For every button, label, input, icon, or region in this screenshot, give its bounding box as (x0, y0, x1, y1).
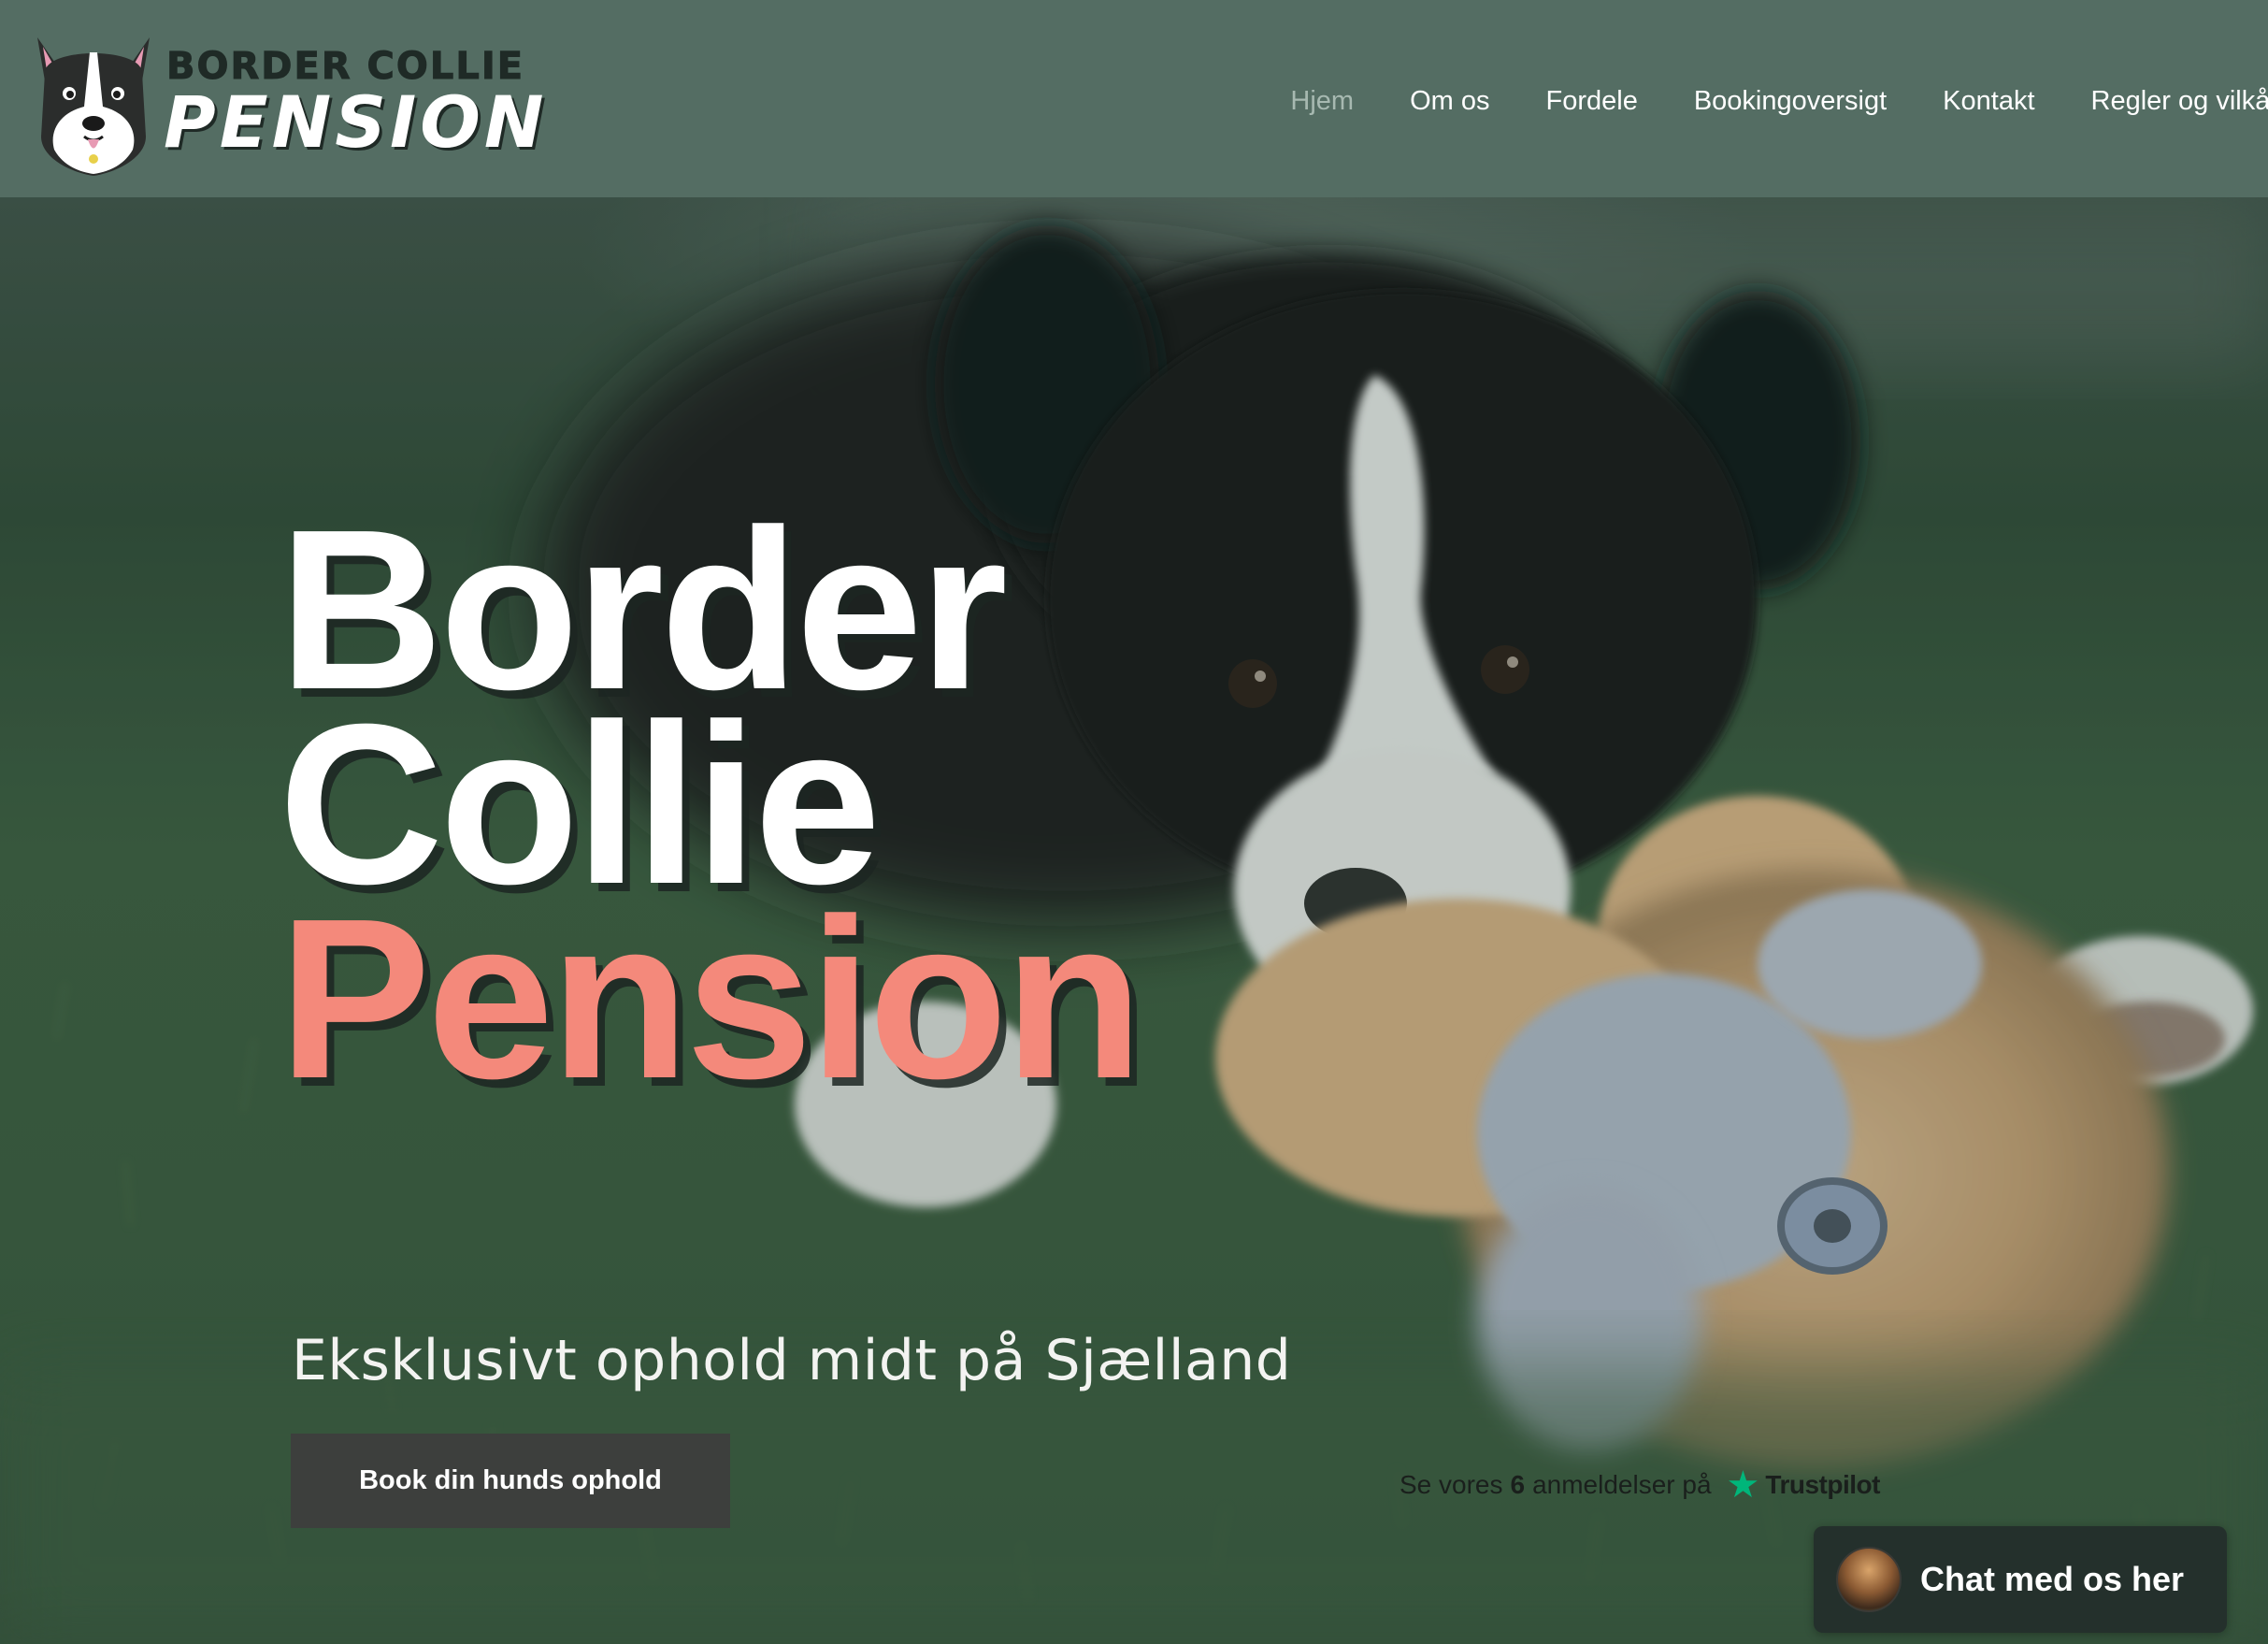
main-nav: Hjem Om os Fordele Bookingoversigt Konta… (1234, 80, 2268, 122)
hero-title-line3: Pension (279, 871, 1143, 1126)
nav-item-om-os[interactable]: Om os (1410, 86, 1489, 117)
trustpilot-suffix: anmeldelser på (1532, 1470, 1712, 1499)
logo-text-line2: PENSION (164, 80, 548, 164)
trustpilot-prefix: Se vores (1400, 1470, 1503, 1499)
nav-item-hjem[interactable]: Hjem (1290, 86, 1354, 117)
dog-logo-icon (37, 37, 150, 176)
trustpilot-brand: Trustpilot (1765, 1470, 1880, 1499)
book-stay-button[interactable]: Book din hunds ophold (291, 1434, 730, 1528)
chat-button[interactable]: Chat med os her (1814, 1526, 2227, 1633)
site-logo[interactable]: BORDER COLLIE PENSION (28, 26, 543, 176)
page: BORDER COLLIE PENSION Hjem Om os Fordele… (0, 0, 2268, 1644)
nav-item-regler-og-vilkar[interactable]: Regler og vilkår (2091, 86, 2268, 117)
site-header: BORDER COLLIE PENSION Hjem Om os Fordele… (0, 0, 2268, 197)
trustpilot-widget[interactable]: Se vores 6 anmeldelser på ★ Trustpilot (1400, 1466, 1880, 1504)
star-icon: ★ (1726, 1464, 1760, 1506)
chat-avatar (1836, 1547, 1902, 1612)
hero-subtitle: Eksklusivt ophold midt på Sjælland (292, 1328, 1292, 1393)
nav-item-kontakt[interactable]: Kontakt (1943, 86, 2034, 117)
nav-item-fordele[interactable]: Fordele (1546, 86, 1638, 117)
chat-label: Chat med os her (1920, 1560, 2185, 1598)
hero-title: Border Collie Pension (279, 496, 1143, 1126)
nav-item-bookingoversigt[interactable]: Bookingoversigt (1694, 86, 1887, 117)
review-count: 6 (1510, 1470, 1526, 1499)
